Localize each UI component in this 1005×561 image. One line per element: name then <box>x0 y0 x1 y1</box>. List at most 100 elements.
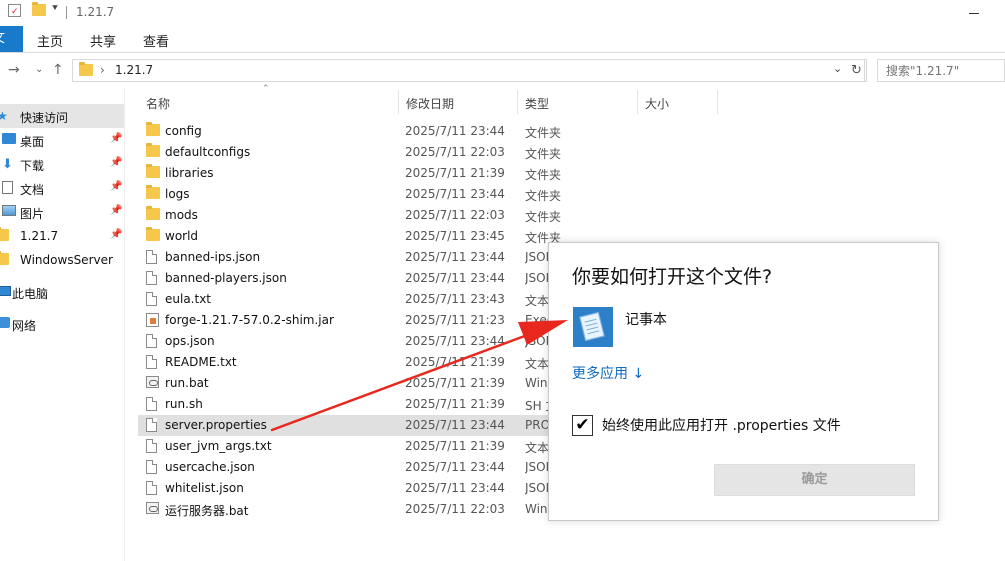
sidebar-item-quick-access[interactable]: ★ 快速访问 <box>0 104 124 128</box>
file-name: banned-ips.json <box>165 250 261 264</box>
file-date: 2025/7/11 22:03 <box>405 145 505 159</box>
pin-icon[interactable]: 📌 <box>110 157 122 168</box>
tab-home[interactable]: 主页 <box>37 31 63 50</box>
pin-icon[interactable]: 📌 <box>110 133 122 144</box>
file-row[interactable]: config 2025/7/11 23:44 文件夹 <box>138 121 898 142</box>
pictures-icon <box>2 205 16 219</box>
folder-icon <box>146 227 160 244</box>
pin-icon[interactable]: 📌 <box>110 205 122 216</box>
search-input[interactable] <box>878 60 998 81</box>
tab-view[interactable]: 查看 <box>143 31 169 50</box>
sidebar-item-label: 网络 <box>12 319 37 333</box>
file-name: server.properties <box>165 418 267 432</box>
file-date: 2025/7/11 23:43 <box>405 292 505 306</box>
file-date: 2025/7/11 23:44 <box>405 460 505 474</box>
file-name: usercache.json <box>165 460 255 474</box>
file-date: 2025/7/11 23:45 <box>405 229 505 243</box>
folder-icon <box>146 185 160 202</box>
file-date: 2025/7/11 23:44 <box>405 124 505 138</box>
file-type: SH 文 <box>525 399 549 413</box>
network-icon <box>0 317 10 331</box>
document-icon <box>2 181 13 197</box>
file-date: 2025/7/11 23:44 <box>405 334 505 348</box>
navigation-pane: ★ 快速访问 桌面 📌 ⬇ 下载 📌 文档 📌 图片 📌 1.21.7 📌 Wi… <box>0 88 124 561</box>
up-arrow-icon[interactable]: ↑ <box>52 62 64 78</box>
file-date: 2025/7/11 21:39 <box>405 355 505 369</box>
file-name: forge-1.21.7-57.0.2-shim.jar <box>165 313 334 327</box>
sidebar-item-label: 此电脑 <box>12 287 49 301</box>
pin-icon[interactable]: 📌 <box>110 181 122 192</box>
column-header-type[interactable]: 类型 <box>517 88 637 116</box>
pane-divider[interactable] <box>124 88 125 561</box>
tab-file[interactable]: 文件 <box>0 26 23 52</box>
sidebar-item-desktop[interactable]: 桌面 📌 <box>0 128 124 152</box>
sidebar-item-label: WindowsServer <box>20 253 113 267</box>
desktop-icon <box>2 133 16 147</box>
recent-locations-chevron-icon[interactable]: ⌄ <box>35 64 43 75</box>
file-date: 2025/7/11 21:39 <box>405 166 505 180</box>
file-type: 文本 <box>525 441 549 455</box>
file-type: JSON <box>525 481 549 495</box>
address-field[interactable]: › 1.21.7 <box>72 59 865 82</box>
pin-icon[interactable]: 📌 <box>110 229 122 240</box>
file-type: PRO <box>525 418 549 432</box>
file-date: 2025/7/11 23:44 <box>405 250 505 264</box>
forward-arrow-icon[interactable]: → <box>8 62 20 78</box>
sidebar-item-1-21-7[interactable]: 1.21.7 📌 <box>0 224 124 248</box>
file-icon <box>146 481 157 498</box>
file-name: 运行服务器.bat <box>165 504 249 518</box>
batch-file-icon <box>146 376 159 391</box>
column-header-size[interactable]: 大小 <box>637 88 717 116</box>
file-icon <box>146 271 157 288</box>
tab-share[interactable]: 共享 <box>90 31 116 50</box>
column-divider[interactable] <box>717 90 718 114</box>
notepad-icon[interactable] <box>573 307 613 347</box>
file-row[interactable]: libraries 2025/7/11 21:39 文件夹 <box>138 163 898 184</box>
sidebar-item-label: 文档 <box>20 183 45 197</box>
file-name: run.sh <box>165 397 203 411</box>
file-type: 文件夹 <box>525 168 562 182</box>
folder-icon <box>146 206 160 223</box>
new-folder-icon[interactable] <box>32 2 46 19</box>
sidebar-item-this-pc[interactable]: 此电脑 <box>0 280 124 304</box>
file-row[interactable]: server.properties 2025/7/11 23:44 PRO <box>138 415 549 436</box>
app-option-notepad[interactable]: 记事本 <box>625 309 667 329</box>
file-row[interactable]: defaultconfigs 2025/7/11 22:03 文件夹 <box>138 142 898 163</box>
file-date: 2025/7/11 22:03 <box>405 208 505 222</box>
sidebar-item-label: 图片 <box>20 207 45 221</box>
more-apps-link[interactable]: 更多应用 ↓ <box>572 363 644 383</box>
file-type: JSON <box>525 334 549 348</box>
sidebar-item-pictures[interactable]: 图片 📌 <box>0 200 124 224</box>
window-title: 1.21.7 <box>76 5 115 19</box>
file-row[interactable]: logs 2025/7/11 23:44 文件夹 <box>138 184 898 205</box>
breadcrumb[interactable]: 1.21.7 <box>115 63 153 77</box>
file-name: ops.json <box>165 334 215 348</box>
refresh-icon[interactable]: ↻ <box>847 59 867 82</box>
always-use-label: 始终使用此应用打开 .properties 文件 <box>602 418 841 434</box>
quick-access-dropdown-icon[interactable]: ⯆ <box>51 3 59 14</box>
ok-button[interactable]: 确定 <box>714 464 915 496</box>
address-dropdown-icon[interactable]: ⌄ <box>833 62 842 75</box>
properties-icon[interactable]: ✓ <box>8 4 21 20</box>
star-icon: ★ <box>0 109 8 123</box>
file-icon <box>146 418 157 435</box>
sidebar-item-downloads[interactable]: ⬇ 下载 📌 <box>0 152 124 176</box>
column-header-date[interactable]: 修改日期 <box>398 88 516 116</box>
sidebar-item-network[interactable]: 网络 <box>0 312 124 336</box>
file-row[interactable]: mods 2025/7/11 22:03 文件夹 <box>138 205 898 226</box>
minimize-button[interactable] <box>969 4 981 18</box>
folder-icon <box>79 62 93 79</box>
search-box[interactable] <box>877 59 1005 82</box>
jar-file-icon <box>146 313 159 330</box>
file-type: Win <box>525 376 548 390</box>
file-name: config <box>165 124 202 138</box>
file-name: world <box>165 229 199 243</box>
file-icon <box>146 334 157 351</box>
always-use-checkbox[interactable]: ✔ <box>572 415 593 436</box>
sidebar-item-windowsserver[interactable]: WindowsServer <box>0 248 124 272</box>
file-name: eula.txt <box>165 292 212 306</box>
column-header-name[interactable]: 名称 <box>138 88 396 116</box>
sidebar-item-documents[interactable]: 文档 📌 <box>0 176 124 200</box>
file-name: libraries <box>165 166 214 180</box>
breadcrumb-chevron-icon[interactable]: › <box>100 63 105 77</box>
